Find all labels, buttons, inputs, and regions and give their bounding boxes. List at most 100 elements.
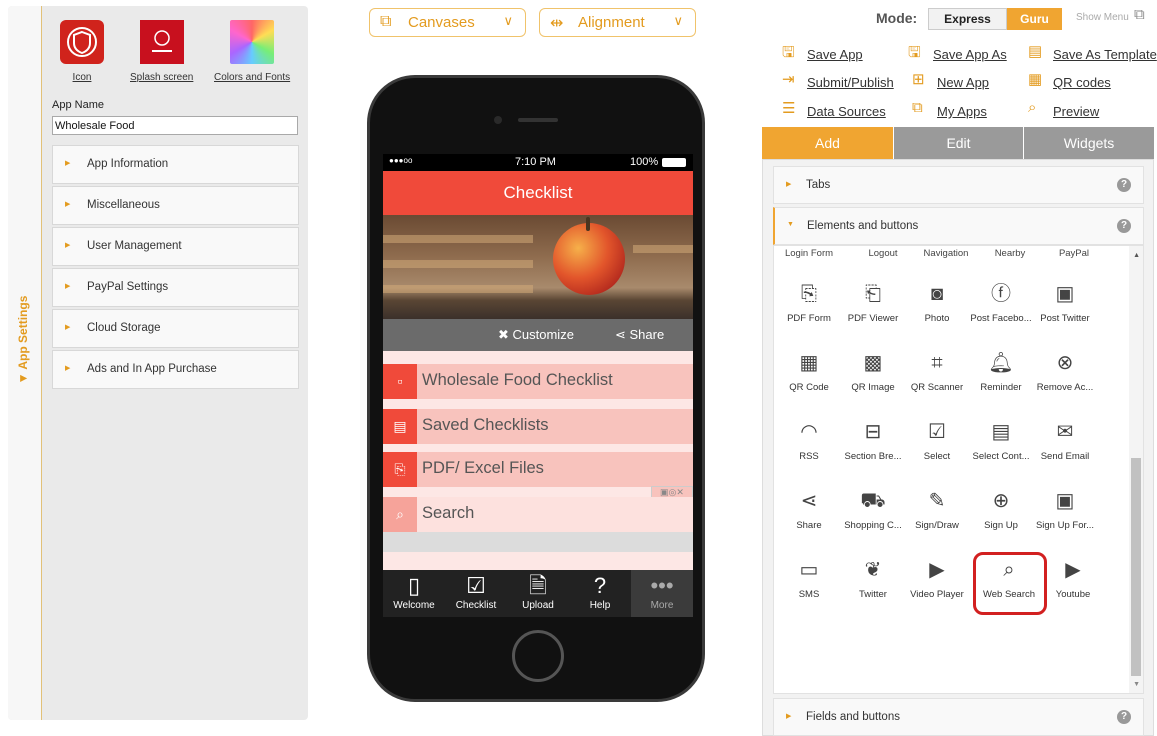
widget-rss[interactable]: ◠ RSS [777,417,841,462]
speaker-icon [518,118,558,122]
remove-account-icon: ⊗ [1056,352,1074,374]
app-settings-panel: ▼ App Settings Icon Splash screen Colors… [8,6,308,720]
tab-upload[interactable]: 🗎 Upload [507,570,569,617]
menu-item-search[interactable]: ⌕ Search [383,497,693,532]
widget-pdf-viewer[interactable]: ⎗ PDF Viewer [841,279,905,324]
menu-item-saved-checklists[interactable]: ▤ Saved Checklists [383,409,693,444]
widget-select-contact[interactable]: ▤ Select Cont... [969,417,1033,462]
section-tabs[interactable]: ▶ Tabs ? [773,166,1144,204]
checklist-icon: ☑ [466,573,486,598]
widget-qr-code[interactable]: ▦ QR Code [777,348,841,393]
tab-checklist[interactable]: ☑ Checklist [445,570,507,617]
document-icon: ▫ [383,364,417,399]
widget-video-player[interactable]: ▶ Video Player [905,555,969,600]
tools-icon: ✖ [498,327,513,342]
section-app-information[interactable]: ▶ App Information [52,145,299,184]
publish-icon: ⇥ [782,71,795,88]
splash-screen-setting[interactable]: Splash screen [130,20,193,83]
widget-send-email[interactable]: ✉ Send Email [1033,417,1097,462]
youtube-icon: ▶ [1065,559,1081,581]
widget-post-facebook[interactable]: ⓕ Post Facebo... [969,279,1033,324]
section-paypal-settings[interactable]: ▶ PayPal Settings [52,268,299,307]
phone-screen: ●●●oo 7:10 PM 100% Checklist ✖ Customize… [383,154,693,617]
cart-icon: ⛟ [860,490,886,512]
share-button[interactable]: ⋖ Share [615,327,664,343]
search-icon: ⌕ [383,497,417,532]
tab-welcome[interactable]: ▯ Welcome [383,570,445,617]
widget-navigation[interactable]: Navigation [914,248,978,259]
tab-more[interactable]: ••• More [631,570,693,617]
widget-shopping-cart[interactable]: ⛟ Shopping C... [841,486,905,531]
widget-sms[interactable]: ▭ SMS [777,555,841,600]
help-icon[interactable]: ? [1117,710,1131,724]
icon-setting[interactable]: Icon [60,20,104,83]
colors-fonts-setting[interactable]: Colors and Fonts [214,20,290,83]
widget-sign-up-form[interactable]: ▣ Sign Up For... [1033,486,1097,531]
battery-percent: 100% [630,156,659,168]
app-name-input[interactable] [52,116,298,135]
widget-paypal[interactable]: PayPal [1042,248,1106,259]
mode-express-button[interactable]: Express [928,8,1007,30]
show-menu-link[interactable]: Show Menu [1076,12,1129,23]
widget-qr-scanner[interactable]: ⌗ QR Scanner [905,348,969,393]
email-icon: ✉ [1056,421,1074,443]
camera-icon: ◙ [930,283,944,305]
widget-photo[interactable]: ◙ Photo [905,279,969,324]
builder-tabs: Add Edit Widgets [762,127,1154,159]
checkbox-icon: ☑ [928,421,946,443]
widget-sign-draw[interactable]: ✎ Sign/Draw [905,486,969,531]
alignment-dropdown[interactable]: ⇹ Alignment ∨ [539,8,696,37]
section-user-management[interactable]: ▶ User Management [52,227,299,266]
section-miscellaneous[interactable]: ▶ Miscellaneous [52,186,299,225]
splash-screen-link[interactable]: Splash screen [130,72,193,83]
widget-section-break[interactable]: ⊟ Section Bre... [841,417,905,462]
scroll-thumb[interactable] [1131,458,1141,676]
widget-twitter[interactable]: ❦ Twitter [841,555,905,600]
widget-qr-image[interactable]: ▩ QR Image [841,348,905,393]
menu-item-pdf-excel-files[interactable]: ⎘ PDF/ Excel Files [383,452,693,487]
scroll-down-icon[interactable]: ▼ [1133,681,1140,688]
select-contact-icon: ▤ [991,421,1011,443]
shield-icon [60,20,104,64]
colors-fonts-link[interactable]: Colors and Fonts [214,72,290,83]
sign-up-icon: ⊕ [992,490,1010,512]
battery-icon [662,158,686,167]
widget-pdf-form[interactable]: ⎘ PDF Form [777,279,841,324]
icon-link[interactable]: Icon [60,72,104,83]
widget-share[interactable]: ⋖ Share [777,486,841,531]
color-palette-icon [230,20,275,64]
widget-logout[interactable]: Logout [851,248,915,259]
app-name-label: App Name [52,99,104,111]
save-as-icon: 🖫 [908,44,921,61]
widget-reminder[interactable]: 🔔︎ Reminder [969,348,1033,393]
widget-post-twitter[interactable]: ▣ Post Twitter [1033,279,1097,324]
section-fields-and-buttons[interactable]: ▶ Fields and buttons ? [773,698,1144,736]
tab-widgets[interactable]: Widgets [1023,127,1154,159]
widget-remove-account[interactable]: ⊗ Remove Ac... [1033,348,1097,393]
tab-help[interactable]: ? Help [569,570,631,617]
scroll-up-icon[interactable]: ▲ [1133,252,1140,259]
template-icon: ▤ [1028,43,1043,60]
widget-scrollbar[interactable]: ▲ ▼ [1129,246,1143,693]
widget-sign-up[interactable]: ⊕ Sign Up [969,486,1033,531]
section-ads-in-app-purchase[interactable]: ▶ Ads and In App Purchase [52,350,299,389]
section-cloud-storage[interactable]: ▶ Cloud Storage [52,309,299,348]
app-settings-tab[interactable]: ▼ App Settings [8,6,42,720]
mode-guru-button[interactable]: Guru [1007,8,1062,30]
caret-right-icon: ▶ [786,713,792,720]
widget-select[interactable]: ☑ Select [905,417,969,462]
section-elements-and-buttons[interactable]: ▼ Elements and buttons ? [773,207,1144,245]
widget-login-form[interactable]: Login Form [777,248,841,259]
widget-youtube[interactable]: ▶ Youtube [1041,555,1105,600]
menu-item-wholesale-food-checklist[interactable]: ▫ Wholesale Food Checklist [383,364,693,399]
status-time: 7:10 PM [515,156,556,168]
canvases-dropdown[interactable]: ⧉ Canvases ∨ [369,8,526,37]
tab-edit[interactable]: Edit [893,127,1023,159]
external-link-icon[interactable]: ⧉ [1134,6,1145,23]
share-icon: ⋖ [615,327,630,342]
customize-button[interactable]: ✖ Customize [498,327,574,343]
tab-add[interactable]: Add [762,127,893,159]
widget-nearby[interactable]: Nearby [978,248,1042,259]
help-icon[interactable]: ? [1117,178,1131,192]
help-icon[interactable]: ? [1117,219,1131,233]
